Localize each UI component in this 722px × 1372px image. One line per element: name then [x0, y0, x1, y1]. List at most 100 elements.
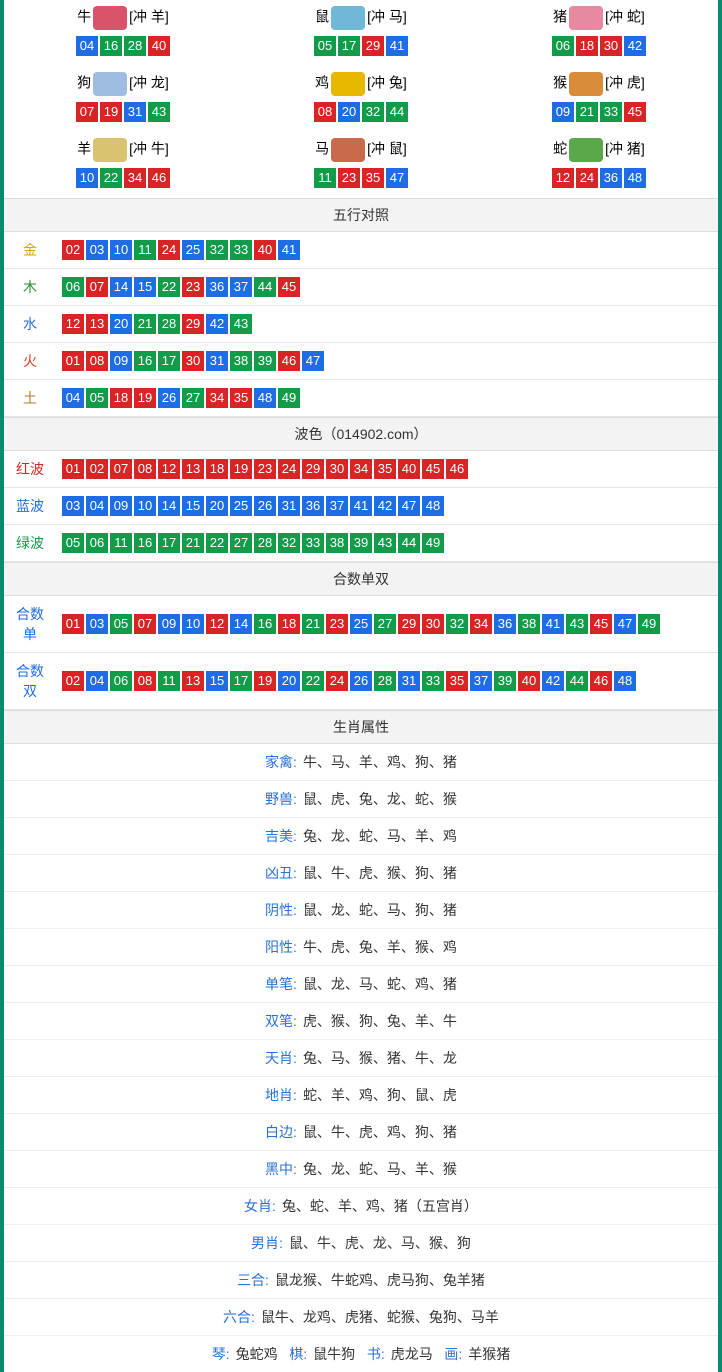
- attr-row: 家禽:牛、马、羊、鸡、狗、猪: [4, 744, 718, 781]
- attr-row: 阳性:牛、虎、兔、羊、猴、鸡: [4, 929, 718, 966]
- ball: 30: [422, 614, 444, 634]
- ball: 05: [110, 614, 132, 634]
- ball: 45: [624, 102, 646, 122]
- ball: 03: [62, 496, 84, 516]
- attr-value: 鼠龙猴、牛蛇鸡、虎马狗、兔羊猪: [275, 1272, 485, 1288]
- ball: 08: [314, 102, 336, 122]
- ball: 07: [134, 614, 156, 634]
- ball: 23: [338, 168, 360, 188]
- ball: 48: [422, 496, 444, 516]
- ball: 38: [326, 533, 348, 553]
- attr-key: 地肖:: [265, 1087, 297, 1103]
- ball: 05: [86, 388, 108, 408]
- ball: 06: [552, 36, 574, 56]
- zodiac-icon: [569, 72, 603, 96]
- ball: 03: [86, 614, 108, 634]
- section-shengxiao-title: 生肖属性: [4, 710, 718, 744]
- ball: 10: [110, 240, 132, 260]
- attr-row: 凶丑:鼠、牛、虎、猴、狗、猪: [4, 855, 718, 892]
- ball: 17: [158, 533, 180, 553]
- wuxing-table: 金02031011242532334041木060714152223363744…: [4, 232, 718, 417]
- ball: 06: [62, 277, 84, 297]
- attr-value: 牛、马、羊、鸡、狗、猪: [303, 754, 457, 770]
- ball: 38: [518, 614, 540, 634]
- ball: 48: [624, 168, 646, 188]
- ball: 35: [446, 671, 468, 691]
- zodiac-name: 猴: [553, 75, 567, 91]
- attr-value: 鼠、龙、马、蛇、鸡、猪: [303, 976, 457, 992]
- ball: 49: [422, 533, 444, 553]
- attr-row: 黑中:兔、龙、蛇、马、羊、猴: [4, 1151, 718, 1188]
- ball: 17: [158, 351, 180, 371]
- ball: 09: [110, 496, 132, 516]
- ball: 03: [86, 240, 108, 260]
- heshu-table: 合数单0103050709101214161821232527293032343…: [4, 596, 718, 710]
- attr-value: 兔、龙、蛇、马、羊、鸡: [303, 828, 457, 844]
- ball: 40: [398, 459, 420, 479]
- ball: 33: [230, 240, 252, 260]
- ball: 25: [350, 614, 372, 634]
- zodiac-name: 牛: [77, 9, 91, 25]
- ball: 05: [314, 36, 336, 56]
- ball: 48: [614, 671, 636, 691]
- ball: 39: [494, 671, 516, 691]
- zodiac-name: 鸡: [315, 75, 329, 91]
- ball: 21: [302, 614, 324, 634]
- attr-key: 六合:: [223, 1309, 255, 1325]
- section-bose-title: 波色（014902.com）: [4, 417, 718, 451]
- ball: 32: [206, 240, 228, 260]
- row-label: 绿波: [4, 525, 56, 562]
- attr-key: 天肖:: [265, 1050, 297, 1066]
- ball: 29: [398, 614, 420, 634]
- ball: 43: [230, 314, 252, 334]
- zodiac-balls: 09213345: [480, 102, 718, 122]
- row-label: 合数双: [4, 653, 56, 710]
- table-row: 木06071415222336374445: [4, 269, 718, 306]
- ball: 20: [338, 102, 360, 122]
- bottom-v1: 兔蛇鸡: [236, 1346, 278, 1362]
- ball: 26: [254, 496, 276, 516]
- ball: 28: [254, 533, 276, 553]
- ball: 01: [62, 351, 84, 371]
- attr-row: 吉美:兔、龙、蛇、马、羊、鸡: [4, 818, 718, 855]
- ball: 24: [326, 671, 348, 691]
- ball: 35: [374, 459, 396, 479]
- ball: 37: [230, 277, 252, 297]
- zodiac-name: 羊: [77, 141, 91, 157]
- ball: 44: [254, 277, 276, 297]
- ball: 46: [148, 168, 170, 188]
- ball: 39: [254, 351, 276, 371]
- ball: 42: [624, 36, 646, 56]
- zodiac-balls: 08203244: [242, 102, 480, 122]
- bottom-k4: 画:: [444, 1346, 462, 1362]
- table-row: 火0108091617303138394647: [4, 343, 718, 380]
- row-label: 合数单: [4, 596, 56, 653]
- zodiac-icon: [93, 72, 127, 96]
- ball: 19: [230, 459, 252, 479]
- ball: 45: [590, 614, 612, 634]
- ball: 46: [446, 459, 468, 479]
- ball: 28: [124, 36, 146, 56]
- ball: 16: [134, 533, 156, 553]
- table-row: 水1213202128294243: [4, 306, 718, 343]
- ball: 23: [326, 614, 348, 634]
- zodiac-chong: [冲 鼠]: [367, 141, 407, 157]
- row-balls: 03040910141520252631363741424748: [56, 488, 718, 525]
- zodiac-chong: [冲 虎]: [605, 75, 645, 91]
- bottom-v2: 鼠牛狗: [313, 1346, 355, 1362]
- attr-row: 双笔:虎、猴、狗、兔、羊、牛: [4, 1003, 718, 1040]
- ball: 37: [470, 671, 492, 691]
- ball: 01: [62, 614, 84, 634]
- ball: 19: [254, 671, 276, 691]
- ball: 44: [386, 102, 408, 122]
- ball: 39: [350, 533, 372, 553]
- zodiac-chong: [冲 蛇]: [605, 9, 645, 25]
- zodiac-cell: 猴 [冲 虎] 09213345: [480, 66, 718, 132]
- ball: 42: [374, 496, 396, 516]
- ball: 22: [206, 533, 228, 553]
- page-wrap: 牛[冲 羊]04162840鼠[冲 马]05172941猪[冲 蛇]061830…: [0, 0, 722, 1372]
- zodiac-name: 狗: [77, 75, 91, 91]
- zodiac-balls: 12243648: [480, 168, 718, 188]
- zodiac-name: 鼠: [315, 9, 329, 25]
- attr-key: 阴性:: [265, 902, 297, 918]
